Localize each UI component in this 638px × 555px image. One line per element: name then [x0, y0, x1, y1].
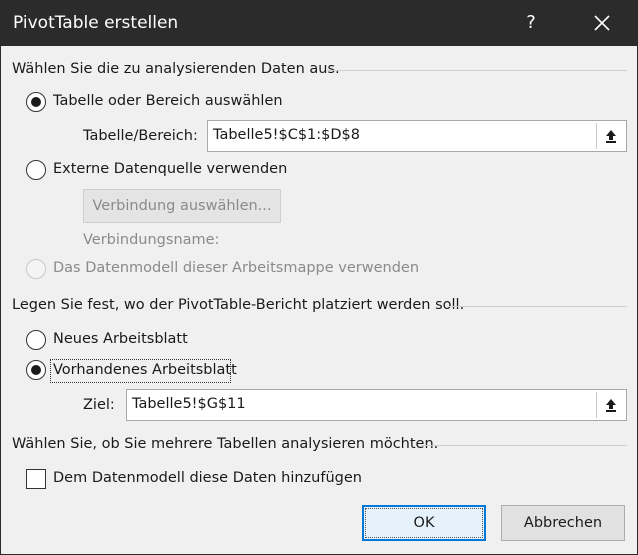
- collapse-dialog-icon: [605, 130, 616, 143]
- connection-name-label: Verbindungsname:: [83, 232, 220, 248]
- radio-external-source-label[interactable]: Externe Datenquelle verwenden: [53, 161, 287, 177]
- collapse-dialog-icon: [605, 399, 616, 412]
- target-input-value[interactable]: Tabelle5!$G$11: [132, 396, 246, 412]
- range-label: Tabelle/Bereich:: [83, 128, 198, 144]
- range-input[interactable]: Tabelle5!$C$1:$D$8: [207, 120, 627, 152]
- target-input[interactable]: Tabelle5!$G$11: [126, 389, 627, 421]
- dialog-title: PivotTable erstellen: [13, 13, 179, 33]
- close-icon: [594, 15, 610, 31]
- target-collapse-button[interactable]: [596, 392, 624, 418]
- multi-table-section-heading: Wählen Sie, ob Sie mehrere Tabellen anal…: [12, 436, 439, 452]
- range-collapse-button[interactable]: [596, 123, 624, 149]
- pivot-table-dialog: PivotTable erstellen ? Wählen Sie die zu…: [0, 0, 638, 555]
- radio-existing-worksheet-label[interactable]: Vorhandenes Arbeitsblatt: [53, 362, 237, 378]
- section-divider: [327, 70, 627, 71]
- target-label: Ziel:: [83, 397, 115, 413]
- section-divider: [421, 445, 627, 446]
- data-model-checkbox-label[interactable]: Dem Datenmodell diese Daten hinzufügen: [53, 470, 362, 486]
- range-input-value[interactable]: Tabelle5!$C$1:$D$8: [213, 127, 360, 143]
- title-bar: PivotTable erstellen ?: [1, 1, 637, 46]
- placement-section-heading: Legen Sie fest, wo der PivotTable-Berich…: [12, 297, 465, 313]
- choose-connection-button[interactable]: Verbindung auswählen...: [83, 189, 281, 223]
- help-button[interactable]: ?: [513, 6, 549, 40]
- radio-new-worksheet[interactable]: [26, 330, 46, 350]
- section-divider: [449, 306, 627, 307]
- radio-table-or-range-label[interactable]: Tabelle oder Bereich auswählen: [53, 93, 283, 109]
- source-section-heading: Wählen Sie die zu analysierenden Daten a…: [12, 61, 340, 77]
- radio-data-model[interactable]: [26, 259, 46, 279]
- data-model-checkbox[interactable]: [26, 469, 46, 489]
- close-button[interactable]: [583, 6, 621, 40]
- radio-external-source[interactable]: [26, 160, 46, 180]
- radio-existing-worksheet[interactable]: [26, 360, 46, 380]
- cancel-button[interactable]: Abbrechen: [501, 505, 625, 541]
- radio-data-model-label[interactable]: Das Datenmodell dieser Arbeitsmappe verw…: [53, 260, 419, 276]
- ok-button[interactable]: OK: [362, 505, 486, 541]
- radio-new-worksheet-label[interactable]: Neues Arbeitsblatt: [53, 331, 188, 347]
- radio-table-or-range[interactable]: [26, 92, 46, 112]
